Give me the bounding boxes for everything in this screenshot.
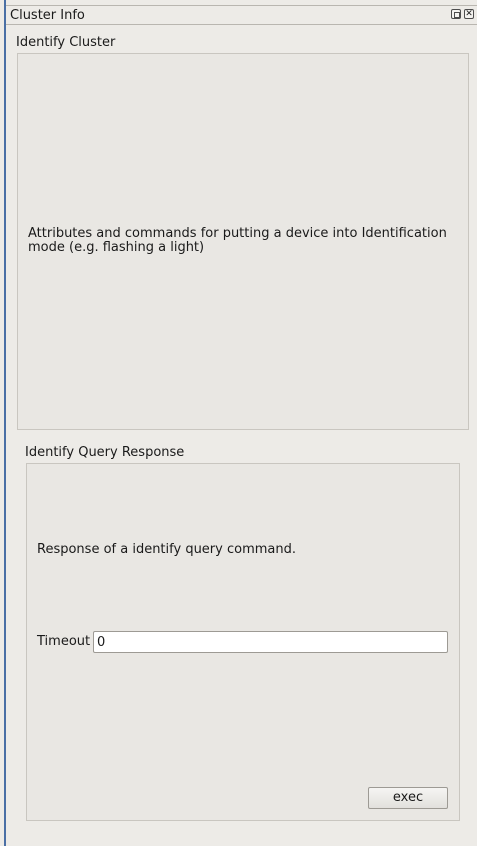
identify-query-response-frame: Response of a identify query command. Ti… [26, 463, 460, 821]
timeout-input[interactable] [93, 631, 448, 653]
identify-cluster-frame: Attributes and commands for putting a de… [17, 53, 469, 430]
identify-cluster-description: Attributes and commands for putting a de… [28, 226, 447, 255]
identify-query-response-description: Response of a identify query command. [37, 542, 296, 557]
dock-title-bar[interactable]: Cluster Info ✕ [6, 5, 477, 25]
identify-query-response-title: Identify Query Response [25, 445, 185, 460]
timeout-label: Timeout [37, 634, 91, 649]
dock-title: Cluster Info [10, 8, 85, 23]
cluster-info-dock: Cluster Info ✕ Identify Cluster Attribut… [6, 0, 477, 846]
identify-cluster-title: Identify Cluster [16, 35, 116, 50]
close-icon[interactable]: ✕ [464, 9, 474, 19]
float-icon[interactable] [451, 9, 461, 19]
exec-button[interactable]: exec [368, 787, 448, 809]
